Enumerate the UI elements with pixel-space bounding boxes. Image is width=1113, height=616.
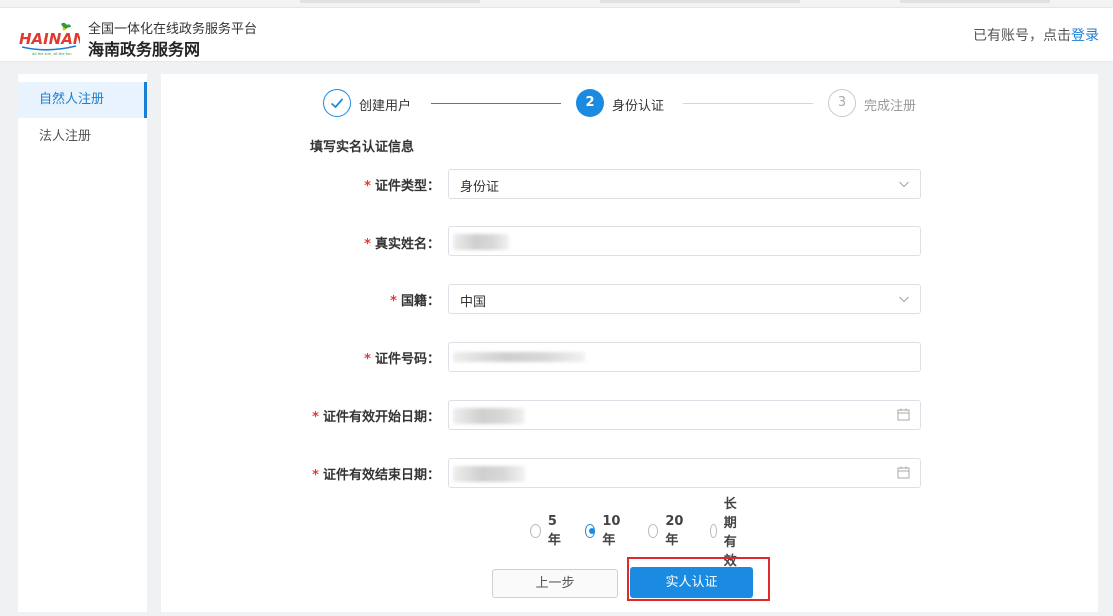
radio-5-years[interactable]: 5年 <box>530 514 564 548</box>
required-mark: * <box>312 410 319 425</box>
sidebar-item-legal-person[interactable]: 法人注册 <box>18 119 147 155</box>
id-number-label-text: 证件号码： <box>374 352 440 367</box>
radio-label: 20年 <box>665 514 684 548</box>
radio-circle[interactable] <box>530 524 541 538</box>
radio-10-years[interactable]: 10年 <box>585 514 624 548</box>
radio-20-years[interactable]: 20年 <box>648 514 687 548</box>
valid-start-label-text: 证件有效开始日期： <box>322 410 440 425</box>
id-type-select[interactable]: 身份证 <box>448 169 921 199</box>
step-1-label: 创建用户 <box>359 99 412 114</box>
nationality-select[interactable]: 中国 <box>448 284 921 314</box>
previous-step-button[interactable]: 上一步 <box>492 569 618 598</box>
main-panel: 创建用户 2 身份认证 3 完成注册 填写实名认证信息 * 证件类型： 身份证 *… <box>161 74 1098 612</box>
step-3-label: 完成注册 <box>864 99 917 114</box>
valid-start-label: * 证件有效开始日期： <box>312 406 440 425</box>
step-connector-2 <box>683 103 813 104</box>
chevron-down-icon <box>899 296 909 303</box>
required-mark: * <box>390 294 397 309</box>
site-header: HAINAN All the sun, all the fun 全国一体化在线政… <box>0 8 1113 62</box>
required-mark: * <box>364 179 371 194</box>
valid-end-date-input[interactable] <box>448 458 921 488</box>
real-person-verify-button[interactable]: 实人认证 <box>630 567 753 598</box>
valid-end-label-text: 证件有效结束日期： <box>322 468 440 483</box>
nationality-value: 中国 <box>460 295 487 310</box>
nationality-label-text: 国籍： <box>400 294 440 309</box>
step-3-indicator: 3 <box>828 89 856 117</box>
site-title: 海南政务服务网 <box>88 40 201 59</box>
redacted-value <box>453 234 509 250</box>
step-1-indicator <box>323 89 351 117</box>
strip-segment <box>300 0 480 3</box>
id-number-input[interactable] <box>448 342 921 372</box>
radio-label: 5年 <box>547 514 561 548</box>
redacted-value <box>453 466 525 482</box>
real-name-label: * 真实姓名： <box>364 233 440 252</box>
sidebar: 自然人注册 法人注册 <box>18 74 147 612</box>
calendar-icon[interactable] <box>897 408 910 421</box>
calendar-icon[interactable] <box>897 466 910 479</box>
login-prompt-text: 已有账号，点击 <box>973 28 1071 44</box>
logo-wordmark: HAINAN <box>19 30 80 48</box>
hainan-logo[interactable]: HAINAN All the sun, all the fun <box>18 22 80 56</box>
valid-start-date-input[interactable] <box>448 400 921 430</box>
login-hint: 已有账号，点击登录 <box>973 25 1099 45</box>
step-2-label: 身份认证 <box>612 99 665 114</box>
browser-top-strip <box>0 0 1113 8</box>
id-type-label: * 证件类型： <box>364 175 440 194</box>
chevron-down-icon <box>899 181 909 188</box>
step-2-indicator: 2 <box>576 89 604 117</box>
strip-segment <box>600 0 800 3</box>
redacted-value <box>453 352 585 362</box>
nationality-label: * 国籍： <box>390 290 440 309</box>
real-name-input[interactable] <box>448 226 921 256</box>
step-progress: 创建用户 2 身份认证 3 完成注册 <box>161 74 1098 134</box>
radio-circle[interactable] <box>710 524 717 538</box>
strip-segment <box>900 0 1050 3</box>
required-mark: * <box>364 237 371 252</box>
check-icon <box>330 98 344 109</box>
section-title: 填写实名认证信息 <box>310 140 415 155</box>
real-name-label-text: 真实姓名： <box>374 237 440 252</box>
required-mark: * <box>364 352 371 367</box>
login-link[interactable]: 登录 <box>1071 28 1099 44</box>
required-mark: * <box>312 468 319 483</box>
id-number-label: * 证件号码： <box>364 348 440 367</box>
valid-end-label: * 证件有效结束日期： <box>312 464 440 483</box>
step-connector-1 <box>431 103 561 104</box>
logo-slogan: All the sun, all the fun <box>32 52 72 56</box>
id-type-value: 身份证 <box>460 180 500 195</box>
radio-circle[interactable] <box>648 524 659 538</box>
platform-subtitle: 全国一体化在线政务服务平台 <box>88 22 258 37</box>
sidebar-item-natural-person[interactable]: 自然人注册 <box>18 82 147 118</box>
radio-long-term[interactable]: 长期有效 <box>710 497 744 569</box>
radio-label: 10年 <box>602 514 621 548</box>
id-type-label-text: 证件类型： <box>374 179 440 194</box>
redacted-value <box>453 408 525 424</box>
radio-circle-selected[interactable] <box>585 524 596 538</box>
